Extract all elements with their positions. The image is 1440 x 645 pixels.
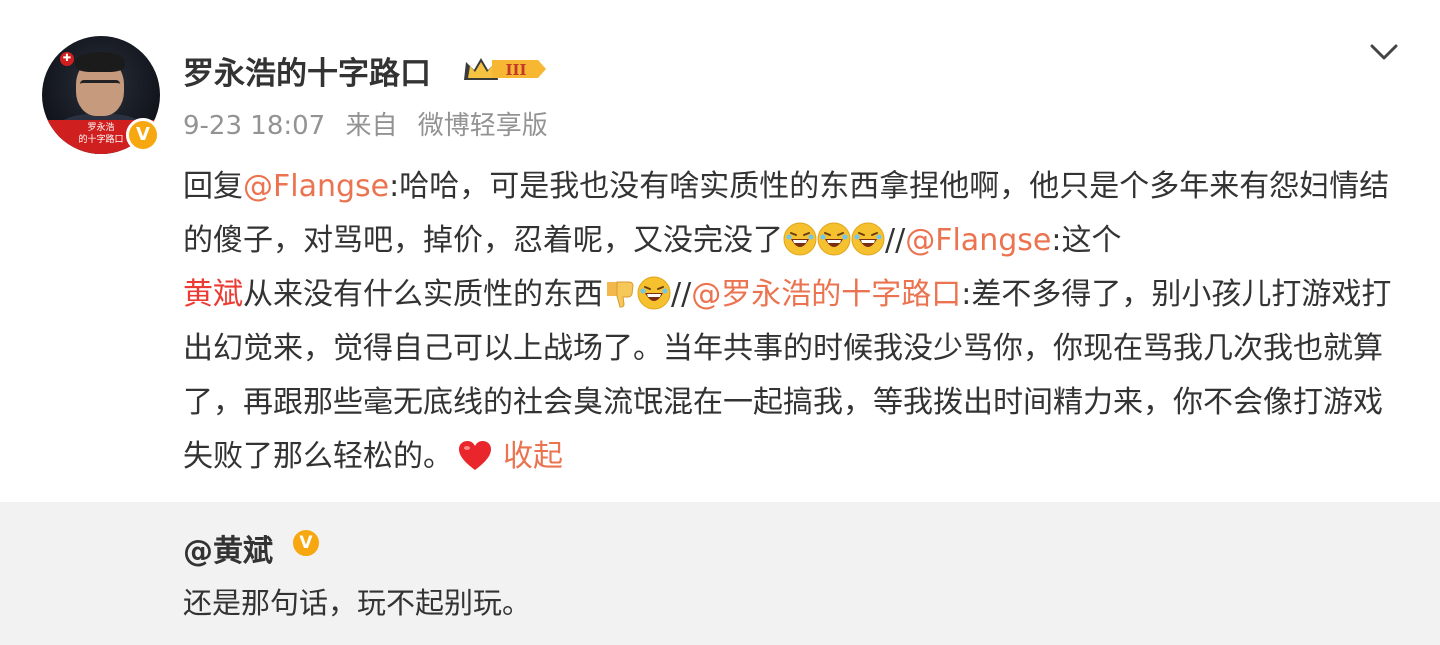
laughing-face-emoji: [637, 276, 671, 310]
post-body: 回复@Flangse:哈哈，可是我也没有啥实质性的东西拿捏他啊，他只是个多年来有…: [183, 160, 1408, 484]
post-time[interactable]: 9-23 18:07: [183, 111, 325, 141]
mention-flangse-1[interactable]: @Flangse: [243, 169, 389, 204]
avatar-hair: [75, 52, 125, 72]
collapse-link[interactable]: 收起: [503, 439, 563, 474]
original-author-name[interactable]: @黄斌: [183, 526, 273, 570]
laughing-face-emoji: [783, 222, 817, 256]
post-text-part3: 从来没有什么实质性的东西: [243, 277, 603, 312]
chevron-down-icon[interactable]: [1368, 38, 1400, 66]
member-crown-icon[interactable]: III: [462, 54, 548, 84]
repost-separator: //: [885, 223, 906, 258]
author-name[interactable]: 罗永浩的十字路口: [183, 48, 431, 93]
laughing-face-emoji: [851, 222, 885, 256]
highlighted-name: 黄斌: [183, 277, 243, 312]
avatar-glasses: [80, 80, 120, 93]
channel-logo-icon: ✚: [60, 52, 74, 66]
post-meta: 9-23 18:07 来自 微博轻享版: [183, 105, 548, 142]
verified-badge-icon: V: [126, 118, 160, 152]
source-prefix: 来自: [345, 111, 398, 141]
thumbs-down-emoji: [607, 281, 634, 308]
original-post-text: 还是那句话，玩不起别玩。: [183, 586, 532, 620]
reply-word: 回复: [183, 169, 243, 204]
post-source[interactable]: 微博轻享版: [418, 111, 548, 141]
laughing-face-emoji: [817, 222, 851, 256]
member-level-text: III: [505, 61, 526, 79]
post-text-part2: :这个: [1051, 223, 1122, 258]
verified-badge-icon: V: [290, 527, 322, 559]
mention-luoyonghao[interactable]: @罗永浩的十字路口: [691, 277, 961, 312]
weibo-post-card: ✚ 罗永浩 的十字路口 V 罗永浩的十字路口 III 9-23 18:07 来自…: [0, 0, 1440, 645]
mention-flangse-2[interactable]: @Flangse: [905, 223, 1051, 258]
original-post-box[interactable]: @黄斌 V 还是那句话，玩不起别玩。: [0, 502, 1440, 645]
red-heart-emoji: [459, 441, 491, 470]
repost-separator: //: [671, 277, 692, 312]
